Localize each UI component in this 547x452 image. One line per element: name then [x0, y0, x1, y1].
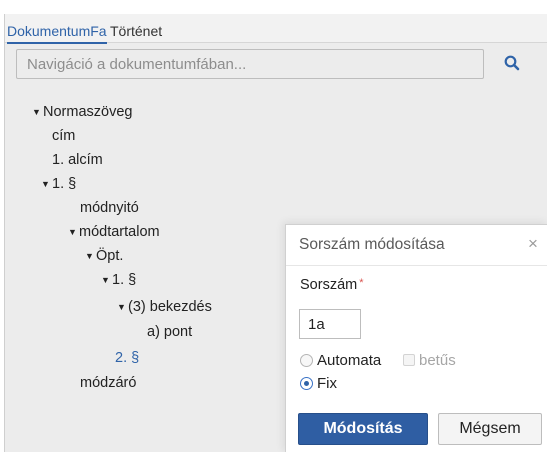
betus-checkbox-label: betűs — [419, 352, 456, 369]
app-window: DokumentumFa Történet ▼Normaszöveg cím 1… — [0, 0, 547, 452]
tree-node-label: cím — [52, 128, 76, 144]
tree-node-paragraph-1[interactable]: ▼ 1. § — [41, 175, 76, 193]
modal-title: Sorszám módosítása — [299, 236, 445, 253]
modal-divider — [286, 265, 547, 266]
close-icon[interactable]: × — [528, 234, 538, 254]
caret-down-icon[interactable]: ▼ — [68, 223, 77, 241]
tree-node-opt[interactable]: ▼ Öpt. — [85, 247, 123, 265]
radio-automata-label: Automata — [317, 352, 382, 369]
caret-down-icon[interactable]: ▼ — [41, 175, 50, 193]
radio-fix[interactable] — [300, 377, 313, 390]
caret-down-icon[interactable]: ▼ — [101, 271, 110, 289]
tree-search-input[interactable] — [16, 49, 484, 79]
tree-node-alcim[interactable]: 1. alcím — [52, 151, 103, 169]
tree-node-label: módnyitó — [80, 200, 139, 216]
tree-node-label: a) pont — [147, 324, 193, 340]
tab-tortenet[interactable]: Történet — [110, 23, 162, 39]
sorszam-field-label: Sorszám * — [300, 277, 364, 293]
tab-bar: DokumentumFa Történet — [5, 14, 547, 44]
tree-node-label: (3) bekezdés — [128, 299, 212, 315]
tree-node-label: 2. § — [115, 350, 140, 366]
tree-node-opt-paragraph-1[interactable]: ▼ 1. § — [101, 271, 136, 289]
tree-node-cim[interactable]: cím — [52, 127, 75, 145]
search-icon[interactable] — [502, 53, 524, 75]
betus-checkbox[interactable] — [403, 354, 415, 366]
required-marker: * — [359, 277, 364, 289]
caret-down-icon[interactable]: ▼ — [117, 298, 126, 316]
radio-fix-row[interactable]: Fix — [300, 375, 337, 393]
modositas-button[interactable]: Módosítás — [298, 413, 428, 445]
betus-checkbox-row[interactable]: betűs — [403, 352, 456, 370]
tree-node-modtartalom[interactable]: ▼ módtartalom — [68, 223, 160, 241]
tree-node-label: 1. alcím — [52, 152, 103, 168]
caret-down-icon[interactable]: ▼ — [85, 247, 94, 265]
megsem-button[interactable]: Mégsem — [438, 413, 542, 445]
sorszam-input[interactable] — [299, 309, 361, 339]
tab-dokumentumfa[interactable]: DokumentumFa — [7, 23, 107, 44]
tree-node-modnyito[interactable]: módnyitó — [80, 199, 139, 217]
tree-node-normaszoveg[interactable]: ▼ Normaszöveg — [32, 103, 132, 121]
tree-node-modzaro[interactable]: módzáró — [80, 374, 136, 392]
tree-node-bekezdes-3[interactable]: ▼ (3) bekezdés — [117, 298, 212, 316]
sorszam-label-text: Sorszám — [300, 277, 358, 293]
tree-node-label: 1. § — [112, 272, 137, 288]
tree-node-label: 1. § — [52, 176, 77, 192]
tree-node-paragraph-2-selected[interactable]: 2. § — [115, 349, 139, 367]
radio-automata[interactable] — [300, 354, 313, 367]
radio-fix-label: Fix — [317, 375, 337, 392]
caret-down-icon[interactable]: ▼ — [32, 103, 41, 121]
radio-automata-row[interactable]: Automata — [300, 352, 381, 370]
tree-node-label: Normaszöveg — [43, 104, 133, 120]
tree-node-label: módtartalom — [79, 224, 160, 240]
sorszam-modal: Sorszám módosítása × Sorszám* Automata b… — [285, 224, 547, 452]
tree-node-label: módzáró — [80, 375, 137, 391]
tree-node-label: Öpt. — [96, 248, 124, 264]
tree-node-pont-a[interactable]: a) pont — [147, 323, 192, 341]
